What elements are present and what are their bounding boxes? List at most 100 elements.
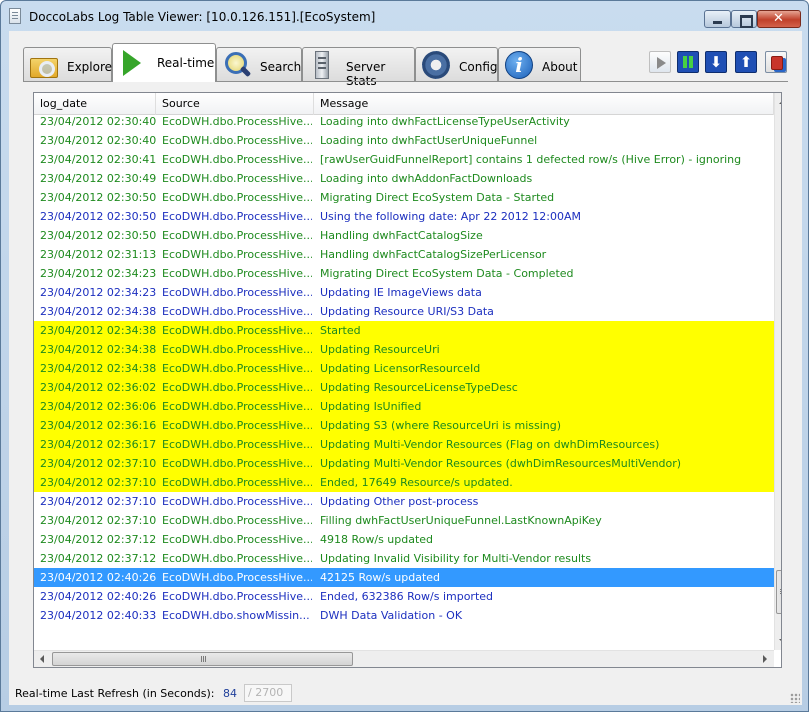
cell-log-date: 23/04/2012 02:40:26 xyxy=(40,590,156,603)
app-window: DoccoLabs Log Table Viewer: [10.0.126.15… xyxy=(0,0,809,712)
close-button[interactable] xyxy=(757,10,801,28)
tab-label: Server Stats xyxy=(346,60,386,88)
table-row[interactable]: 23/04/2012 02:37:10 EcoDWH.dbo.ProcessHiv… xyxy=(34,454,774,473)
scroll-up-button[interactable] xyxy=(735,51,757,73)
table-row[interactable]: 23/04/2012 02:36:02 EcoDWH.dbo.ProcessHiv… xyxy=(34,378,774,397)
tab-about[interactable]: About xyxy=(498,47,581,81)
scroll-left-arrow-icon[interactable] xyxy=(35,651,51,667)
cell-source: EcoDWH.dbo.ProcessHive... xyxy=(162,381,312,394)
cell-message: Updating IsUnified xyxy=(320,400,422,413)
cell-log-date: 23/04/2012 02:30:40 xyxy=(40,116,156,128)
scroll-right-arrow-icon[interactable] xyxy=(757,651,773,667)
resize-grip-icon[interactable] xyxy=(790,693,800,703)
cell-log-date: 23/04/2012 02:37:10 xyxy=(40,457,156,470)
tab-explore[interactable]: Explore xyxy=(23,47,112,81)
table-row[interactable]: 23/04/2012 02:37:12 EcoDWH.dbo.ProcessHiv… xyxy=(34,530,774,549)
table-row[interactable]: 23/04/2012 02:31:13 EcoDWH.dbo.ProcessHiv… xyxy=(34,245,774,264)
cell-message: Handling dwhFactCatalogSizePerLicensor xyxy=(320,248,547,261)
table-row[interactable]: 23/04/2012 02:37:10 EcoDWH.dbo.ProcessHiv… xyxy=(34,473,774,492)
cell-message: Loading into dwhAddonFactDownloads xyxy=(320,172,533,185)
cell-message: Updating IE ImageViews data xyxy=(320,286,482,299)
table-row[interactable]: 23/04/2012 02:37:10 EcoDWH.dbo.ProcessHiv… xyxy=(34,511,774,530)
cell-source: EcoDWH.dbo.ProcessHive... xyxy=(162,533,312,546)
pause-button[interactable] xyxy=(677,51,699,73)
table-row[interactable]: 23/04/2012 02:30:50 EcoDWH.dbo.ProcessHiv… xyxy=(34,188,774,207)
minimize-button[interactable] xyxy=(704,10,731,28)
grid-header: log_date Source Message xyxy=(34,93,774,115)
table-row[interactable]: 23/04/2012 02:34:38 EcoDWH.dbo.ProcessHiv… xyxy=(34,321,774,340)
folder-search-icon xyxy=(30,58,58,78)
cell-log-date: 23/04/2012 02:36:02 xyxy=(40,381,156,394)
cell-source: EcoDWH.dbo.ProcessHive... xyxy=(162,457,312,470)
table-row[interactable]: 23/04/2012 02:30:49 EcoDWH.dbo.ProcessHiv… xyxy=(34,169,774,188)
refresh-interval-field[interactable]: / 2700 xyxy=(244,684,292,702)
cell-message: Loading into dwhFactUserUniqueFunnel xyxy=(320,134,538,147)
scroll-up-arrow-icon[interactable] xyxy=(775,94,781,110)
tab-real-time[interactable]: Real-time xyxy=(112,43,216,82)
export-button[interactable] xyxy=(765,51,787,73)
cell-message: Updating Other post-process xyxy=(320,495,479,508)
maximize-button[interactable] xyxy=(731,10,757,28)
cell-message: Updating LicensorResourceId xyxy=(320,362,481,375)
cell-source: EcoDWH.dbo.ProcessHive... xyxy=(162,362,312,375)
table-row[interactable]: 23/04/2012 02:37:12 EcoDWH.dbo.ProcessHiv… xyxy=(34,549,774,568)
table-row[interactable]: 23/04/2012 02:40:33 EcoDWH.dbo.showMissin… xyxy=(34,606,774,625)
table-row[interactable]: 23/04/2012 02:30:50 EcoDWH.dbo.ProcessHiv… xyxy=(34,226,774,245)
play-button[interactable] xyxy=(649,51,671,73)
tab-label: Config xyxy=(459,60,498,74)
cell-log-date: 23/04/2012 02:37:10 xyxy=(40,495,156,508)
cell-log-date: 23/04/2012 02:37:10 xyxy=(40,476,156,489)
column-header-source[interactable]: Source xyxy=(156,93,314,115)
log-grid[interactable]: log_date Source Message 23/04/2012 02:30… xyxy=(33,92,782,668)
horizontal-scroll-thumb[interactable] xyxy=(52,652,353,666)
table-row[interactable]: 23/04/2012 02:36:17 EcoDWH.dbo.ProcessHiv… xyxy=(34,435,774,454)
table-row[interactable]: 23/04/2012 02:34:23 EcoDWH.dbo.ProcessHiv… xyxy=(34,264,774,283)
cell-source: EcoDWH.dbo.ProcessHive... xyxy=(162,210,312,223)
cell-message: Migrating Direct EcoSystem Data - Comple… xyxy=(320,267,574,280)
app-icon[interactable] xyxy=(9,8,21,24)
tab-config[interactable]: Config xyxy=(415,47,498,81)
cell-log-date: 23/04/2012 02:40:26 xyxy=(40,571,156,584)
table-row[interactable]: 23/04/2012 02:40:26 EcoDWH.dbo.ProcessHiv… xyxy=(34,587,774,606)
cell-source: EcoDWH.dbo.ProcessHive... xyxy=(162,305,312,318)
cell-log-date: 23/04/2012 02:30:41 xyxy=(40,153,156,166)
tab-search[interactable]: Search xyxy=(216,47,302,81)
cell-message: Updating ResourceUri xyxy=(320,343,440,356)
table-row[interactable]: 23/04/2012 02:36:06 EcoDWH.dbo.ProcessHiv… xyxy=(34,397,774,416)
table-row[interactable]: 23/04/2012 02:30:50 EcoDWH.dbo.ProcessHiv… xyxy=(34,207,774,226)
tab-label: Explore xyxy=(67,60,113,74)
table-row[interactable]: 23/04/2012 02:40:26 EcoDWH.dbo.ProcessHiv… xyxy=(34,568,774,587)
table-row[interactable]: 23/04/2012 02:30:40 EcoDWH.dbo.ProcessHiv… xyxy=(34,131,774,150)
title-bar[interactable]: DoccoLabs Log Table Viewer: [10.0.126.15… xyxy=(1,1,808,31)
column-header-log-date[interactable]: log_date xyxy=(34,93,156,115)
magnifier-icon xyxy=(223,51,251,79)
cell-source: EcoDWH.dbo.ProcessHive... xyxy=(162,324,312,337)
cell-log-date: 23/04/2012 02:34:38 xyxy=(40,324,156,337)
scroll-down-arrow-icon[interactable] xyxy=(775,633,781,649)
cell-source: EcoDWH.dbo.ProcessHive... xyxy=(162,400,312,413)
table-row[interactable]: 23/04/2012 02:30:41 EcoDWH.dbo.ProcessHiv… xyxy=(34,150,774,169)
table-row[interactable]: 23/04/2012 02:30:40 EcoDWH.dbo.ProcessHiv… xyxy=(34,116,774,131)
cell-log-date: 23/04/2012 02:37:12 xyxy=(40,533,156,546)
cell-source: EcoDWH.dbo.ProcessHive... xyxy=(162,552,312,565)
vertical-scroll-thumb[interactable] xyxy=(776,570,781,614)
table-row[interactable]: 23/04/2012 02:36:16 EcoDWH.dbo.ProcessHiv… xyxy=(34,416,774,435)
table-row[interactable]: 23/04/2012 02:34:38 EcoDWH.dbo.ProcessHiv… xyxy=(34,359,774,378)
cell-source: EcoDWH.dbo.ProcessHive... xyxy=(162,248,312,261)
gear-icon xyxy=(422,51,450,79)
cell-message: Updating ResourceLicenseTypeDesc xyxy=(320,381,518,394)
column-header-message[interactable]: Message xyxy=(314,93,774,115)
table-row[interactable]: 23/04/2012 02:34:23 EcoDWH.dbo.ProcessHiv… xyxy=(34,283,774,302)
cell-log-date: 23/04/2012 02:37:12 xyxy=(40,552,156,565)
cell-message: Ended, 632386 Row/s imported xyxy=(320,590,494,603)
cell-source: EcoDWH.dbo.ProcessHive... xyxy=(162,495,312,508)
table-row[interactable]: 23/04/2012 02:34:38 EcoDWH.dbo.ProcessHiv… xyxy=(34,340,774,359)
cell-message: Filling dwhFactUserUniqueFunnel.LastKnow… xyxy=(320,514,602,527)
table-row[interactable]: 23/04/2012 02:37:10 EcoDWH.dbo.ProcessHiv… xyxy=(34,492,774,511)
table-row[interactable]: 23/04/2012 02:34:38 EcoDWH.dbo.ProcessHiv… xyxy=(34,302,774,321)
vertical-scrollbar[interactable] xyxy=(774,93,781,650)
horizontal-scrollbar[interactable] xyxy=(34,650,774,667)
cell-log-date: 23/04/2012 02:31:13 xyxy=(40,248,156,261)
scroll-down-button[interactable] xyxy=(705,51,727,73)
tab-server-stats[interactable]: Server Stats xyxy=(302,47,415,88)
